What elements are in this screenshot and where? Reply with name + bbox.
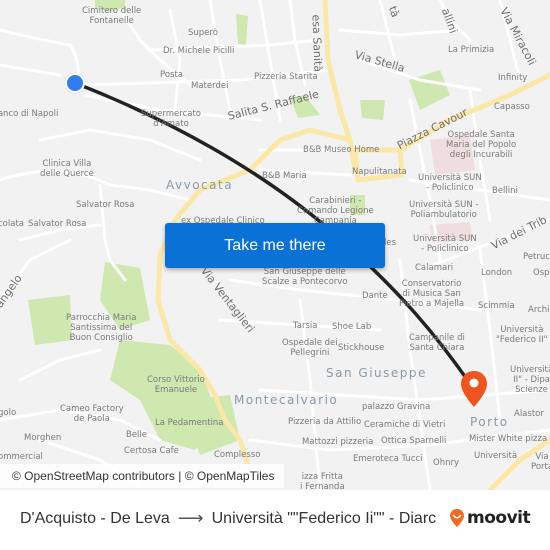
poi-label: Università	[474, 451, 518, 461]
road	[168, 8, 182, 112]
map-attribution[interactable]: © OpenStreetMap contributors | © OpenMap…	[0, 464, 285, 488]
district-label: Porto	[470, 415, 509, 429]
park-area	[360, 100, 385, 120]
poi-label: golo	[0, 408, 17, 418]
poi-label: Pizzeria da Attilio	[288, 417, 362, 427]
poi-label: Banco di Napoli	[0, 109, 59, 119]
poi-label: Via Porta	[531, 452, 550, 472]
route-summary: D'Acquisto - De Leva ⟶ Università ""Fede…	[20, 508, 436, 529]
road	[0, 63, 62, 77]
poi-label: Morghen	[24, 433, 62, 443]
poi-label: izza Fritta i Fernanda	[300, 472, 345, 490]
poi-label: Università SUN - Policlinico	[418, 173, 482, 193]
map-canvas[interactable]: Cimitero delle Fontanelle Superò Dr. Mic…	[0, 0, 550, 490]
street-label: esa Sanità	[309, 14, 325, 73]
poi-label: Alastor	[514, 409, 544, 419]
poi-label: Ottica Sparnelli	[381, 436, 447, 446]
park-area	[409, 70, 450, 110]
poi-label: Corso Vittorio Emanuele	[147, 375, 205, 395]
district-label: San Giuseppe	[326, 366, 427, 380]
poi-label: Calamari	[415, 263, 454, 273]
poi-label: Materdei	[191, 81, 229, 91]
poi-label: Ceramiche di Vietri	[364, 420, 446, 430]
poi-label: Mister White pizza	[469, 434, 548, 444]
poi-label: San Giuseppe delle Scalze a Pontecorvo	[262, 267, 348, 287]
poi-label: Cimitero delle Fontanelle	[82, 6, 142, 26]
poi-label: Emeroteca Tucci	[353, 454, 423, 464]
poi-label: B&B Museo Home	[303, 145, 380, 155]
poi-label: La Primizia	[448, 45, 495, 55]
poi-label: Ospedale dei Pellegrini	[282, 338, 338, 358]
poi-label: Infinity	[498, 73, 528, 83]
poi-label: Archi	[528, 305, 550, 315]
road	[38, 128, 202, 162]
origin-dot-icon[interactable]	[65, 73, 85, 93]
road	[0, 169, 192, 202]
district-label: Montecalvario	[234, 393, 339, 407]
poi-label: Scimmia	[478, 301, 515, 311]
poi-label: Stickhouse	[338, 343, 385, 353]
poi-label: Conservatorio di Musica San Pietro a Maj…	[399, 279, 465, 309]
poi-label: La Pedamentina	[155, 418, 224, 428]
poi-label: ommercial	[0, 452, 43, 462]
footer-bar: D'Acquisto - De Leva ⟶ Università ""Fede…	[0, 490, 550, 550]
poi-label: palazzo Gravina	[362, 402, 431, 412]
poi-label: Osp	[533, 268, 550, 278]
poi-label: Napulitanata	[352, 167, 407, 177]
poi-label: Dante	[362, 291, 388, 301]
poi-label: Tarsia	[293, 321, 318, 331]
poi-label: Ohnry	[433, 458, 459, 468]
poi-label: Parrocchia Maria Santissima del Buon Con…	[66, 313, 137, 343]
district-label: Avvocata	[166, 178, 234, 192]
poi-label: London	[481, 268, 513, 278]
poi-label: Superò	[188, 28, 218, 38]
poi-label: colata	[0, 219, 24, 229]
poi-label: Supermercato d'Amato	[141, 109, 201, 129]
road	[18, 348, 102, 382]
poi-label: Certosa Cafe	[124, 446, 179, 456]
destination-pin-icon[interactable]	[460, 370, 488, 408]
take-me-there-button[interactable]: Take me there	[165, 223, 385, 268]
poi-label: Clinica Villa delle Querce	[40, 159, 94, 179]
poi-label: Shoe Lab	[332, 322, 372, 332]
poi-label: Università SUN - Poliambulatorio	[409, 200, 479, 220]
poi-label: Mattozzi pizzeria	[302, 437, 374, 447]
poi-label: Capasso	[494, 102, 530, 112]
poi-label: Università II" - Dipa Scienze	[510, 365, 550, 395]
poi-label: Petruc	[523, 252, 550, 262]
poi-label: Complesso	[214, 450, 261, 460]
poi-label: Università "Federico II"	[496, 325, 548, 345]
poi-label: B&B Maria	[262, 171, 307, 181]
poi-label: Salvator Rosa	[76, 200, 135, 210]
moovit-pin-icon	[450, 509, 464, 527]
park-area	[236, 14, 248, 45]
poi-label: Università SUN - Policlinico	[413, 234, 477, 254]
poi-label: Carabinieri - Comando Legione Campania	[297, 196, 374, 226]
poi-label: Cameo Factory de Paola	[60, 404, 124, 424]
attribution-text[interactable]: © OpenStreetMap contributors | © OpenMap…	[12, 469, 274, 483]
arrow-right-icon: ⟶	[177, 508, 204, 528]
poi-label: Pizzeria Starita	[254, 72, 318, 82]
moovit-wordmark: moovit	[467, 508, 531, 528]
origin-name: D'Acquisto - De Leva	[20, 509, 170, 527]
poi-label: Ospedale Santa Maria del Popolo degli In…	[446, 130, 517, 160]
poi-label: Campanile di Santa Chiara	[409, 333, 465, 353]
poi-label: Bellini	[492, 186, 518, 196]
moovit-logo: moovit	[450, 508, 531, 528]
road	[338, 28, 462, 37]
poi-label: Belle	[126, 430, 148, 440]
destination-name: Università ""Federico Ii"" - Diarc	[211, 509, 437, 527]
poi-label: Posta	[160, 70, 183, 80]
poi-label: Salvator Rosa	[28, 219, 87, 229]
poi-label: Dr. Michele Picilli	[163, 46, 235, 56]
